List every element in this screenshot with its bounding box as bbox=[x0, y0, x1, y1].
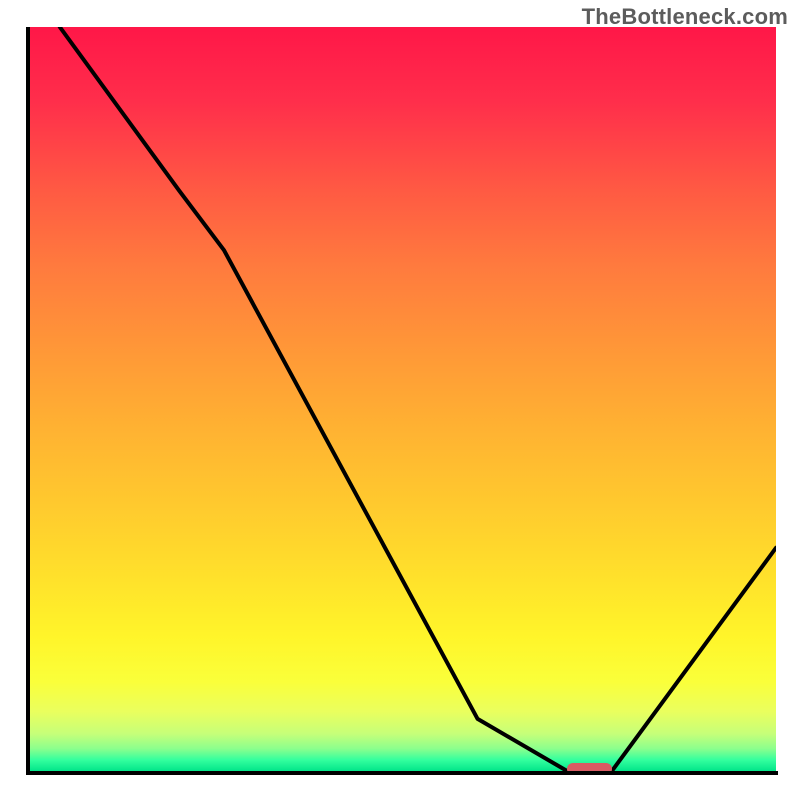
x-axis-line bbox=[26, 771, 778, 775]
watermark-text: TheBottleneck.com bbox=[582, 4, 788, 30]
optimal-marker bbox=[567, 763, 612, 771]
plot-area bbox=[30, 27, 776, 771]
chart-container: TheBottleneck.com bbox=[0, 0, 800, 800]
curve-path bbox=[60, 27, 776, 771]
bottleneck-curve bbox=[30, 27, 776, 771]
